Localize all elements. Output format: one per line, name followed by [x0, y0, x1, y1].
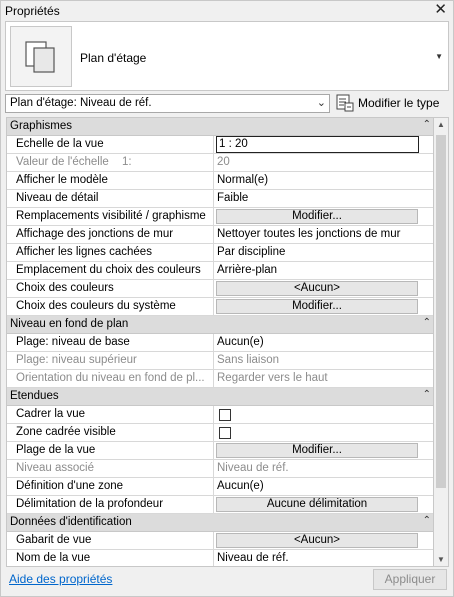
property-value: Niveau de réf. [217, 462, 289, 474]
scroll-thumb[interactable] [436, 135, 446, 488]
section-header-niveau-fond-plan[interactable]: Niveau en fond de plan ⌃ [7, 316, 433, 334]
crop-region-visible-checkbox[interactable] [219, 427, 231, 439]
title-bar: Propriétés ✕ [1, 1, 453, 21]
scroll-down-icon[interactable]: ▼ [437, 555, 445, 564]
property-name: Afficher le modèle [7, 172, 214, 189]
property-value: Regarder vers le haut [217, 372, 328, 384]
property-row-gabarit[interactable]: Gabarit de vue <Aucun> [7, 532, 433, 550]
property-value[interactable]: Aucun(e) [215, 478, 433, 495]
property-value[interactable]: Par discipline [215, 244, 433, 261]
section-header-donnees-identification[interactable]: Données d'identification ⌃ [7, 514, 433, 532]
property-row-niveau-detail[interactable]: Niveau de détail Faible [7, 190, 433, 208]
property-name: Affichage des jonctions de mur [7, 226, 214, 243]
floor-plan-icon [10, 26, 72, 87]
section-label: Etendues [10, 390, 59, 402]
property-row-plage-superieur: Plage: niveau supérieur Sans liaison [7, 352, 433, 370]
collapse-up-icon[interactable]: ⌃ [423, 119, 431, 130]
property-name-text: Valeur de l'échelle [16, 156, 109, 168]
property-name: Niveau associé [7, 460, 214, 477]
property-row-choix-couleurs[interactable]: Choix des couleurs <Aucun> [7, 280, 433, 298]
edit-button[interactable]: Modifier... [216, 443, 418, 458]
window-title: Propriétés [5, 4, 60, 18]
section-label: Données d'identification [10, 516, 132, 528]
property-row-orientation: Orientation du niveau en fond de pl... R… [7, 370, 433, 388]
chevron-down-icon: ⌄ [316, 97, 326, 109]
chevron-down-icon[interactable]: ▼ [435, 52, 443, 61]
vertical-scrollbar[interactable]: ▲ ▼ [434, 117, 449, 567]
property-name: Cadrer la vue [7, 406, 214, 423]
property-row-niveau-associe: Niveau associé Niveau de réf. [7, 460, 433, 478]
property-name: Plage: niveau de base [7, 334, 214, 351]
color-scheme-button[interactable]: <Aucun> [216, 281, 418, 296]
collapse-up-icon[interactable]: ⌃ [423, 317, 431, 328]
property-name: Plage: niveau supérieur [7, 352, 214, 369]
scale-value-field[interactable]: 1 : 20 [216, 136, 419, 153]
property-row-echelle[interactable]: Echelle de la vue 1 : 20 [7, 136, 433, 154]
edit-button[interactable]: Modifier... [216, 209, 418, 224]
collapse-up-icon[interactable]: ⌃ [423, 389, 431, 400]
property-name: Orientation du niveau en fond de pl... [7, 370, 214, 387]
property-name: Niveau de détail [7, 190, 214, 207]
property-row-afficher-modele[interactable]: Afficher le modèle Normal(e) [7, 172, 433, 190]
property-row-valeur-echelle: Valeur de l'échelle 1: 20 [7, 154, 433, 172]
section-label: Niveau en fond de plan [10, 318, 129, 330]
property-name: Zone cadrée visible [7, 424, 214, 441]
section-header-etendues[interactable]: Etendues ⌃ [7, 388, 433, 406]
edit-type-label: Modifier le type [358, 96, 440, 110]
property-value[interactable]: Aucun(e) [215, 334, 433, 351]
property-value[interactable]: Arrière-plan [215, 262, 433, 279]
property-name: Définition d'une zone [7, 478, 214, 495]
type-selector[interactable]: Plan d'étage ▼ [5, 21, 449, 91]
property-row-plage-base[interactable]: Plage: niveau de base Aucun(e) [7, 334, 433, 352]
property-name: Choix des couleurs [7, 280, 214, 297]
section-header-graphismes[interactable]: Graphismes ⌃ [7, 118, 433, 136]
properties-palette: Propriétés ✕ Plan d'étage ▼ Plan d'étage… [0, 0, 454, 597]
property-name: Remplacements visibilité / graphisme [7, 208, 214, 225]
scale-prefix: 1: [122, 156, 132, 168]
property-row-definition-zone[interactable]: Définition d'une zone Aucun(e) [7, 478, 433, 496]
close-icon[interactable]: ✕ [434, 2, 447, 18]
apply-button[interactable]: Appliquer [373, 569, 447, 590]
property-row-jonctions-mur[interactable]: Affichage des jonctions de mur Nettoyer … [7, 226, 433, 244]
property-row-delimitation[interactable]: Délimitation de la profondeur Aucune dél… [7, 496, 433, 514]
property-row-cadrer-vue[interactable]: Cadrer la vue [7, 406, 433, 424]
property-value[interactable]: Faible [215, 190, 433, 207]
property-name: Afficher les lignes cachées [7, 244, 214, 261]
property-name: Plage de la vue [7, 442, 214, 459]
edit-button[interactable]: Modifier... [216, 299, 418, 314]
property-row-remplacements[interactable]: Remplacements visibilité / graphisme Mod… [7, 208, 433, 226]
properties-help-link[interactable]: Aide des propriétés [9, 572, 112, 586]
view-template-button[interactable]: <Aucun> [216, 533, 418, 548]
property-name: Gabarit de vue [7, 532, 214, 549]
scroll-up-icon[interactable]: ▲ [437, 120, 445, 129]
property-row-emplacement-couleurs[interactable]: Emplacement du choix des couleurs Arrièr… [7, 262, 433, 280]
view-instance-value: Plan d'étage: Niveau de réf. [10, 97, 152, 109]
view-instance-dropdown[interactable]: Plan d'étage: Niveau de réf. ⌄ [5, 94, 330, 113]
property-value[interactable]: Normal(e) [215, 172, 433, 189]
property-value: 20 [217, 156, 230, 168]
property-name: Emplacement du choix des couleurs [7, 262, 214, 279]
section-label: Graphismes [10, 120, 72, 132]
type-name: Plan d'étage [80, 51, 147, 65]
property-name: Choix des couleurs du système [7, 298, 214, 315]
property-name: Nom de la vue [7, 550, 214, 566]
properties-grid: Graphismes ⌃ Echelle de la vue 1 : 20 Va… [6, 117, 434, 567]
property-name: Valeur de l'échelle 1: [7, 154, 214, 171]
property-row-couleurs-systeme[interactable]: Choix des couleurs du système Modifier..… [7, 298, 433, 316]
edit-type-icon [336, 94, 354, 112]
property-name: Délimitation de la profondeur [7, 496, 214, 513]
property-value[interactable]: Nettoyer toutes les jonctions de mur [215, 226, 433, 243]
depth-clipping-button[interactable]: Aucune délimitation [216, 497, 418, 512]
crop-view-checkbox[interactable] [219, 409, 231, 421]
property-row-plage-vue[interactable]: Plage de la vue Modifier... [7, 442, 433, 460]
property-row-lignes-cachees[interactable]: Afficher les lignes cachées Par discipli… [7, 244, 433, 262]
collapse-up-icon[interactable]: ⌃ [423, 515, 431, 526]
property-value: Sans liaison [217, 354, 280, 366]
property-value[interactable]: Niveau de réf. [215, 550, 433, 566]
property-row-nom-vue[interactable]: Nom de la vue Niveau de réf. [7, 550, 433, 566]
property-name: Echelle de la vue [7, 136, 214, 153]
property-row-zone-cadree[interactable]: Zone cadrée visible [7, 424, 433, 442]
